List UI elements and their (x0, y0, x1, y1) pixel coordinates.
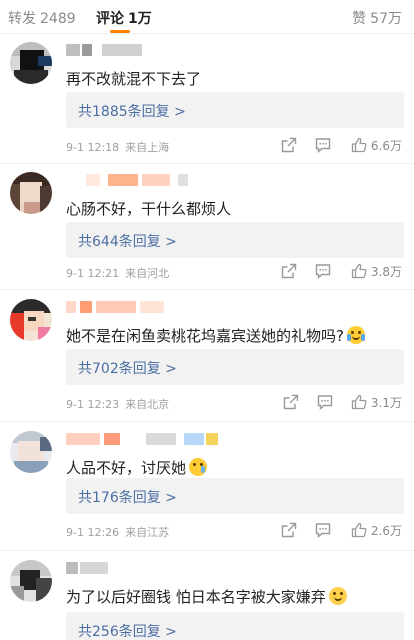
share-icon[interactable] (281, 137, 297, 153)
active-tab-indicator (110, 30, 130, 33)
reply-count-button[interactable]: 共256条回复 > (66, 612, 404, 640)
comment-time: 9-1 12:18 (66, 141, 120, 154)
comment-meta: 9-1 12:21 来自河北 (66, 265, 169, 281)
avatar[interactable] (10, 560, 52, 602)
avatar[interactable] (10, 299, 52, 341)
like-count: 3.8万 (370, 265, 402, 279)
reply-count-label: 共644条回复 > (78, 234, 177, 250)
like-count: 2.6万 (370, 524, 402, 538)
thumbs-up-icon (351, 522, 367, 538)
comment-time: 9-1 12:23 (66, 398, 120, 411)
divider (0, 163, 414, 164)
reply-count-button[interactable]: 共176条回复 > (66, 478, 404, 514)
share-icon[interactable] (281, 263, 297, 279)
thumbs-up-icon (351, 263, 367, 279)
comment-location: 来自江苏 (125, 526, 170, 539)
tab-comments[interactable]: 评论 1万 (96, 8, 152, 28)
tab-forward-label: 转发 (8, 11, 36, 27)
comment-icon[interactable] (315, 522, 331, 538)
comment-meta: 9-1 12:23 来自北京 (66, 396, 169, 412)
comment-tabs-bar: 转发 2489 评论 1万 赞 57万 (0, 0, 414, 34)
like-count: 3.1万 (370, 396, 402, 410)
share-icon[interactable] (281, 522, 297, 538)
like-button[interactable]: 3.1万 (351, 394, 402, 411)
comment-location: 来自上海 (125, 141, 170, 154)
smile-emoji (328, 587, 347, 605)
thumbs-up-icon (351, 394, 367, 410)
tab-comments-count: 1万 (128, 11, 152, 27)
tab-comments-label: 评论 (96, 11, 124, 27)
reply-count-button[interactable]: 共702条回复 > (66, 349, 404, 385)
comment-icon[interactable] (315, 137, 331, 153)
comment-location: 来自北京 (125, 398, 170, 411)
comment-text: 再不改就混不下去了 (66, 70, 202, 88)
avatar[interactable] (10, 431, 52, 473)
divider (0, 550, 414, 551)
like-button[interactable]: 3.8万 (351, 263, 402, 280)
username-blurred[interactable] (66, 562, 206, 576)
crying-laugh-emoji (346, 326, 365, 344)
comment-meta: 9-1 12:26 来自江苏 (66, 524, 169, 540)
avatar[interactable] (10, 172, 52, 214)
comment-meta: 9-1 12:18 来自上海 (66, 139, 169, 155)
comment-text: 心肠不好，干什么都烦人 (66, 200, 232, 218)
tab-forward[interactable]: 转发 2489 (8, 8, 76, 28)
share-icon[interactable] (283, 394, 299, 410)
comment-text: 人品不好，讨厌她 (66, 457, 208, 478)
crying-emoji (189, 458, 208, 476)
tab-likes-label: 赞 (352, 11, 367, 27)
comment-text-body: 为了以后好圈钱 怕日本名字被大家嫌弃 (66, 588, 326, 606)
comment-text-body: 人品不好，讨厌她 (66, 459, 187, 477)
reply-count-label: 共256条回复 > (78, 624, 177, 640)
tab-forward-count: 2489 (40, 11, 76, 27)
divider (0, 421, 414, 422)
like-button[interactable]: 6.6万 (351, 137, 402, 154)
comment-text-body: 她不是在闲鱼卖桃花坞嘉宾送她的礼物吗? (66, 327, 344, 345)
username-blurred[interactable] (66, 174, 206, 188)
reply-count-label: 共702条回复 > (78, 361, 177, 377)
avatar[interactable] (10, 42, 52, 84)
like-count: 6.6万 (370, 139, 402, 153)
like-button[interactable]: 2.6万 (351, 522, 402, 539)
reply-count-label: 共176条回复 > (78, 490, 177, 506)
username-blurred[interactable] (66, 433, 218, 447)
tab-likes[interactable]: 赞 57万 (352, 8, 402, 28)
divider (0, 289, 414, 290)
thumbs-up-icon (351, 137, 367, 153)
username-blurred[interactable] (66, 301, 206, 315)
tab-likes-count: 57万 (370, 11, 402, 27)
comment-time: 9-1 12:26 (66, 526, 120, 539)
comment-icon[interactable] (317, 394, 333, 410)
comment-text: 为了以后好圈钱 怕日本名字被大家嫌弃 (66, 586, 347, 607)
comment-location: 来自河北 (125, 267, 170, 280)
comment-time: 9-1 12:21 (66, 267, 120, 280)
reply-count-button[interactable]: 共1885条回复 > (66, 92, 404, 128)
comment-icon[interactable] (315, 263, 331, 279)
reply-count-label: 共1885条回复 > (78, 104, 186, 120)
comment-text: 她不是在闲鱼卖桃花坞嘉宾送她的礼物吗? (66, 325, 365, 346)
username-blurred[interactable] (66, 44, 206, 58)
reply-count-button[interactable]: 共644条回复 > (66, 222, 404, 258)
